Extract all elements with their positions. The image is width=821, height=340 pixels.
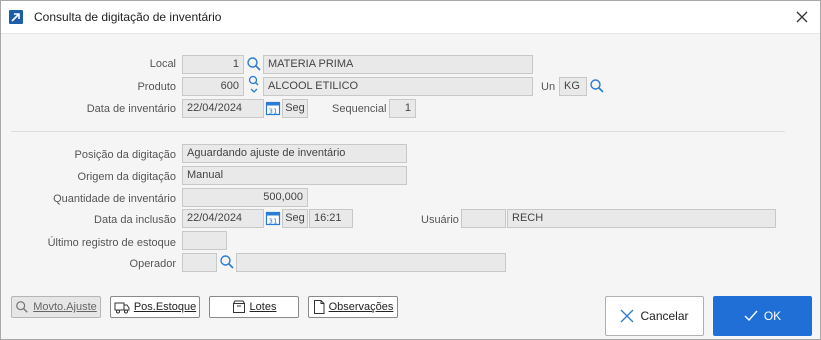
observacoes-label: Observações	[328, 301, 394, 313]
pos-estoque-button[interactable]: Pos.Estoque	[110, 296, 200, 318]
search-icon[interactable]	[246, 56, 262, 72]
data-inventario-label: Data de inventário	[86, 103, 176, 115]
local-name-field: MATERIA PRIMA	[263, 55, 533, 74]
x-icon	[621, 309, 634, 323]
close-icon[interactable]	[794, 9, 810, 25]
produto-name-field: ALCOOL ETILICO	[263, 77, 533, 96]
local-label: Local	[149, 58, 176, 70]
svg-text:31: 31	[269, 218, 278, 226]
pos-estoque-label: Pos.Estoque	[133, 301, 197, 313]
movto-ajuste-label: Movto.Ajuste	[33, 301, 97, 313]
ok-label: OK	[763, 309, 782, 323]
usuario-label: Usuário	[421, 214, 459, 226]
search-dropdown-icon[interactable]	[248, 75, 260, 95]
window-title: Consulta de digitação de inventário	[34, 10, 222, 24]
sequencial-label: Sequencial	[332, 103, 387, 115]
data-inventario-field[interactable]: 22/04/2024	[182, 99, 264, 118]
lotes-label: Lotes	[249, 301, 277, 313]
observacoes-button[interactable]: Observações	[308, 296, 398, 318]
cancel-label: Cancelar	[640, 309, 689, 323]
lotes-button[interactable]: Lotes	[209, 296, 299, 318]
quantidade-field: 500,000	[182, 188, 308, 207]
produto-code-field[interactable]: 600	[182, 77, 244, 96]
svg-text:31: 31	[269, 108, 278, 116]
search-icon[interactable]	[589, 78, 605, 94]
ok-button[interactable]: OK	[713, 296, 812, 336]
calendar-icon[interactable]: 31	[265, 210, 281, 226]
cancel-button[interactable]: Cancelar	[605, 296, 704, 336]
calendar-icon[interactable]: 31	[265, 100, 281, 116]
un-field: KG	[559, 77, 587, 96]
magnifier-icon	[16, 301, 28, 313]
un-label: Un	[541, 81, 556, 93]
quantidade-label: Quantidade de inventário	[53, 193, 176, 205]
checkmark-icon	[744, 310, 758, 322]
title-bar: Consulta de digitação de inventário	[1, 1, 820, 34]
usuario-code-field	[461, 209, 506, 228]
origem-field: Manual	[182, 166, 407, 185]
operador-label: Operador	[129, 258, 176, 270]
search-icon[interactable]	[219, 254, 235, 270]
posicao-field: Aguardando ajuste de inventário	[182, 144, 407, 163]
document-icon	[313, 300, 325, 314]
operador-name-field	[236, 253, 506, 272]
data-inclusao-field: 22/04/2024	[182, 209, 264, 228]
truck-icon	[114, 302, 130, 314]
local-code-field[interactable]: 1	[182, 55, 244, 74]
ultimo-registro-field	[182, 231, 227, 250]
dialog-window: Consulta de digitação de inventário Loca…	[0, 0, 821, 340]
usuario-name-field: RECH	[507, 209, 776, 228]
operador-code-field[interactable]	[182, 253, 217, 272]
app-arrow-icon	[9, 10, 23, 24]
sequencial-field: 1	[389, 99, 416, 118]
section-divider	[11, 131, 785, 132]
data-inclusao-label: Data da inclusão	[94, 214, 176, 226]
ultimo-registro-label: Último registro de estoque	[47, 237, 176, 249]
data-inventario-day-field: Seg	[282, 99, 308, 118]
posicao-label: Posição da digitação	[74, 149, 176, 161]
origem-label: Origem da digitação	[77, 171, 176, 183]
box-icon	[232, 300, 245, 313]
movto-ajuste-button[interactable]: Movto.Ajuste	[11, 296, 101, 318]
data-inclusao-time-field: 16:21	[309, 209, 353, 228]
data-inclusao-day-field: Seg	[282, 209, 308, 228]
produto-label: Produto	[137, 81, 176, 93]
